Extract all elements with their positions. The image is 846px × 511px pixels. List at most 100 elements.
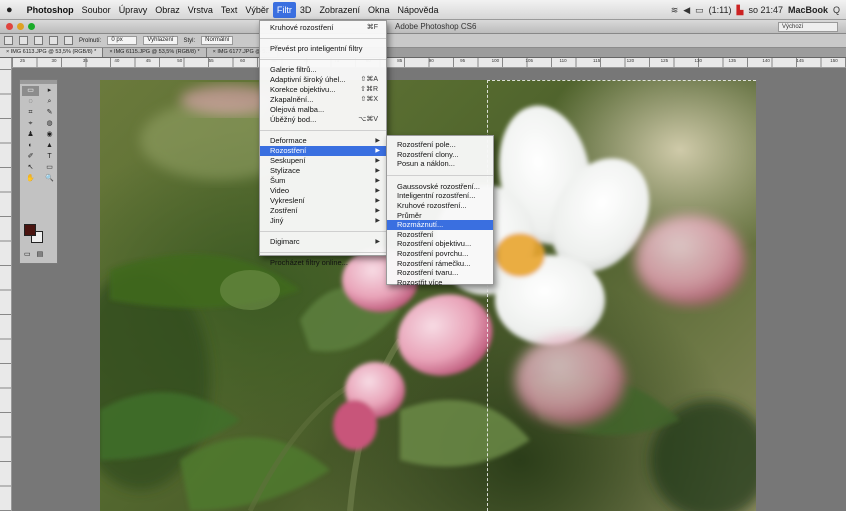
blur-menu-item[interactable]: Rozostření pole...: [387, 140, 493, 150]
battery-icon[interactable]: ▭: [695, 5, 704, 16]
menu-okna[interactable]: Okna: [364, 2, 394, 18]
user-name[interactable]: MacBook: [788, 5, 828, 15]
wifi-icon[interactable]: ≋: [671, 5, 679, 16]
tool-button[interactable]: ↖: [22, 163, 39, 173]
add-selection-icon[interactable]: [34, 36, 43, 45]
tool-button[interactable]: ✐: [22, 152, 39, 162]
tool-button[interactable]: ▲: [41, 141, 58, 151]
menu-filtr[interactable]: Filtr: [272, 1, 296, 18]
tool-button[interactable]: ⌗: [22, 108, 39, 118]
ruler-number: 140: [762, 58, 770, 63]
submenu-arrow-icon: ▶: [375, 239, 380, 245]
filter-menu-item[interactable]: Galerie filtrů...: [260, 65, 386, 75]
blur-menu-item[interactable]: Posun a náklon...: [387, 159, 493, 169]
blur-menu-item[interactable]: Rozostřit více: [387, 278, 493, 288]
style-select[interactable]: Normální: [201, 36, 234, 45]
tool-button[interactable]: T: [41, 152, 58, 162]
menu-nápověda[interactable]: Nápověda: [393, 2, 442, 18]
tool-button[interactable]: ✋: [22, 174, 39, 184]
intersect-selection-icon[interactable]: [64, 36, 73, 45]
document-tab[interactable]: × IMG 6113.JPG @ 53,5% (RGB/8) *: [0, 48, 104, 57]
blur-menu-item[interactable]: Průměr: [387, 211, 493, 221]
filter-menu-item[interactable]: Šum ▶: [260, 176, 386, 186]
close-button[interactable]: [6, 23, 13, 30]
blur-menu-item[interactable]: Inteligentní rozostření...: [387, 191, 493, 201]
blur-menu-item[interactable]: Rozostření clony...: [387, 150, 493, 160]
menu-výběr[interactable]: Výběr: [241, 2, 273, 18]
status-area: ≋ ◀ ▭ (1:11) ▙ so 21:47 MacBook Q: [671, 2, 840, 18]
filter-menu-item[interactable]: Úběžný bod... ⌥⌘V: [260, 115, 386, 125]
filter-menu-item[interactable]: Digimarc ▶: [260, 237, 386, 247]
filter-menu-item[interactable]: Jiný ▶: [260, 216, 386, 226]
filter-menu-item[interactable]: Adaptivní široký úhel... ⇧⌘A: [260, 75, 386, 85]
new-selection-icon[interactable]: [19, 36, 28, 45]
tool-button[interactable]: ◐: [22, 141, 39, 151]
antialias-checkbox[interactable]: Vyhlazení: [143, 36, 178, 45]
blur-menu-item[interactable]: Rozostření povrchu...: [387, 249, 493, 259]
filter-menu-item[interactable]: Zostření ▶: [260, 206, 386, 216]
blur-menu-item[interactable]: Rozostření rámečku...: [387, 259, 493, 269]
ruler-vertical[interactable]: [0, 58, 12, 511]
filter-menu-item[interactable]: Vykreslení ▶: [260, 196, 386, 206]
ruler-number: 145: [796, 58, 804, 63]
filter-menu-item[interactable]: Kruhové rozostření ⌘F: [260, 23, 386, 33]
menu-photoshop[interactable]: Photoshop: [23, 2, 78, 18]
blur-menu-item[interactable]: Rozostření: [387, 230, 493, 240]
tool-button[interactable]: ◉: [41, 130, 58, 140]
menu-text[interactable]: Text: [217, 2, 242, 18]
document-tab[interactable]: × IMG 6115.JPG @ 53,5% (RGB/8) *: [103, 48, 207, 57]
blur-menu-item[interactable]: Rozostření objektivu...: [387, 239, 493, 249]
tool-button[interactable]: ◍: [41, 119, 58, 129]
workspace-select[interactable]: Výchozí: [778, 22, 838, 32]
blur-menu-item[interactable]: Rozostření tvaru...: [387, 268, 493, 278]
filter-menu-item[interactable]: Zkapalnění... ⇧⌘X: [260, 95, 386, 105]
menu-zobrazení[interactable]: Zobrazení: [315, 2, 364, 18]
menu-3d[interactable]: 3D: [296, 2, 316, 18]
filter-menu-item[interactable]: Stylizace ▶: [260, 166, 386, 176]
tool-button[interactable]: 🔍: [41, 174, 58, 184]
filter-menu-item[interactable]: Převést pro inteligentní filtry: [260, 44, 386, 54]
tool-button[interactable]: ⌕: [41, 97, 58, 107]
menu-item-label: Seskupení: [270, 156, 306, 165]
tool-button[interactable]: ⌖: [22, 119, 39, 129]
marquee-tool-icon[interactable]: [4, 36, 13, 45]
menu-item-label: Vykreslení: [270, 196, 305, 205]
zoom-button[interactable]: [28, 23, 35, 30]
subtract-selection-icon[interactable]: [49, 36, 58, 45]
filter-menu-item[interactable]: Korekce objektivu... ⇧⌘R: [260, 85, 386, 95]
menu-item-label: Galerie filtrů...: [270, 65, 317, 74]
foreground-color-swatch[interactable]: [24, 224, 36, 236]
filter-menu-item[interactable]: Olejová malba...: [260, 105, 386, 115]
menu-vrstva[interactable]: Vrstva: [184, 2, 217, 18]
blur-menu-item[interactable]: Kruhové rozostření...: [387, 201, 493, 211]
tool-button[interactable]: ✎: [41, 108, 58, 118]
filter-menu-item[interactable]: Procházet filtry online...: [260, 258, 386, 268]
menu-soubor[interactable]: Soubor: [78, 2, 115, 18]
ruler-number: 90: [428, 58, 434, 63]
feather-input[interactable]: 0 px: [107, 36, 138, 45]
blur-menu-item[interactable]: Gaussovské rozostření...: [387, 182, 493, 192]
apple-icon[interactable]: ●: [6, 4, 13, 16]
tool-button[interactable]: ◌: [22, 97, 39, 107]
minimize-button[interactable]: [17, 23, 24, 30]
quick-mask-icon[interactable]: ▭: [24, 250, 31, 258]
spotlight-icon[interactable]: Q: [833, 5, 840, 15]
menu-item-label: Stylizace: [270, 166, 301, 175]
menu-item-label: Jiný: [270, 216, 284, 225]
flag-icon[interactable]: ▙: [737, 5, 744, 16]
volume-icon[interactable]: ◀: [683, 5, 690, 16]
menu-obraz[interactable]: Obraz: [151, 2, 184, 18]
ruler-number: 125: [660, 58, 669, 63]
submenu-arrow-icon: ▶: [375, 168, 380, 174]
tool-button[interactable]: ▭: [22, 86, 39, 96]
tool-button[interactable]: ▭: [41, 163, 58, 173]
filter-menu-item[interactable]: Deformace ▶: [260, 136, 386, 146]
filter-menu-item[interactable]: Video ▶: [260, 186, 386, 196]
menu-úpravy[interactable]: Úpravy: [115, 2, 152, 18]
tool-button[interactable]: ▸: [41, 86, 58, 96]
screen-mode-icon[interactable]: ▤: [37, 250, 44, 258]
filter-menu-item[interactable]: Seskupení ▶: [260, 156, 386, 166]
filter-menu-item[interactable]: Rozostření ▶: [260, 146, 386, 156]
blur-menu-item[interactable]: Rozmáznutí...: [387, 220, 493, 230]
tool-button[interactable]: ♟: [22, 130, 39, 140]
